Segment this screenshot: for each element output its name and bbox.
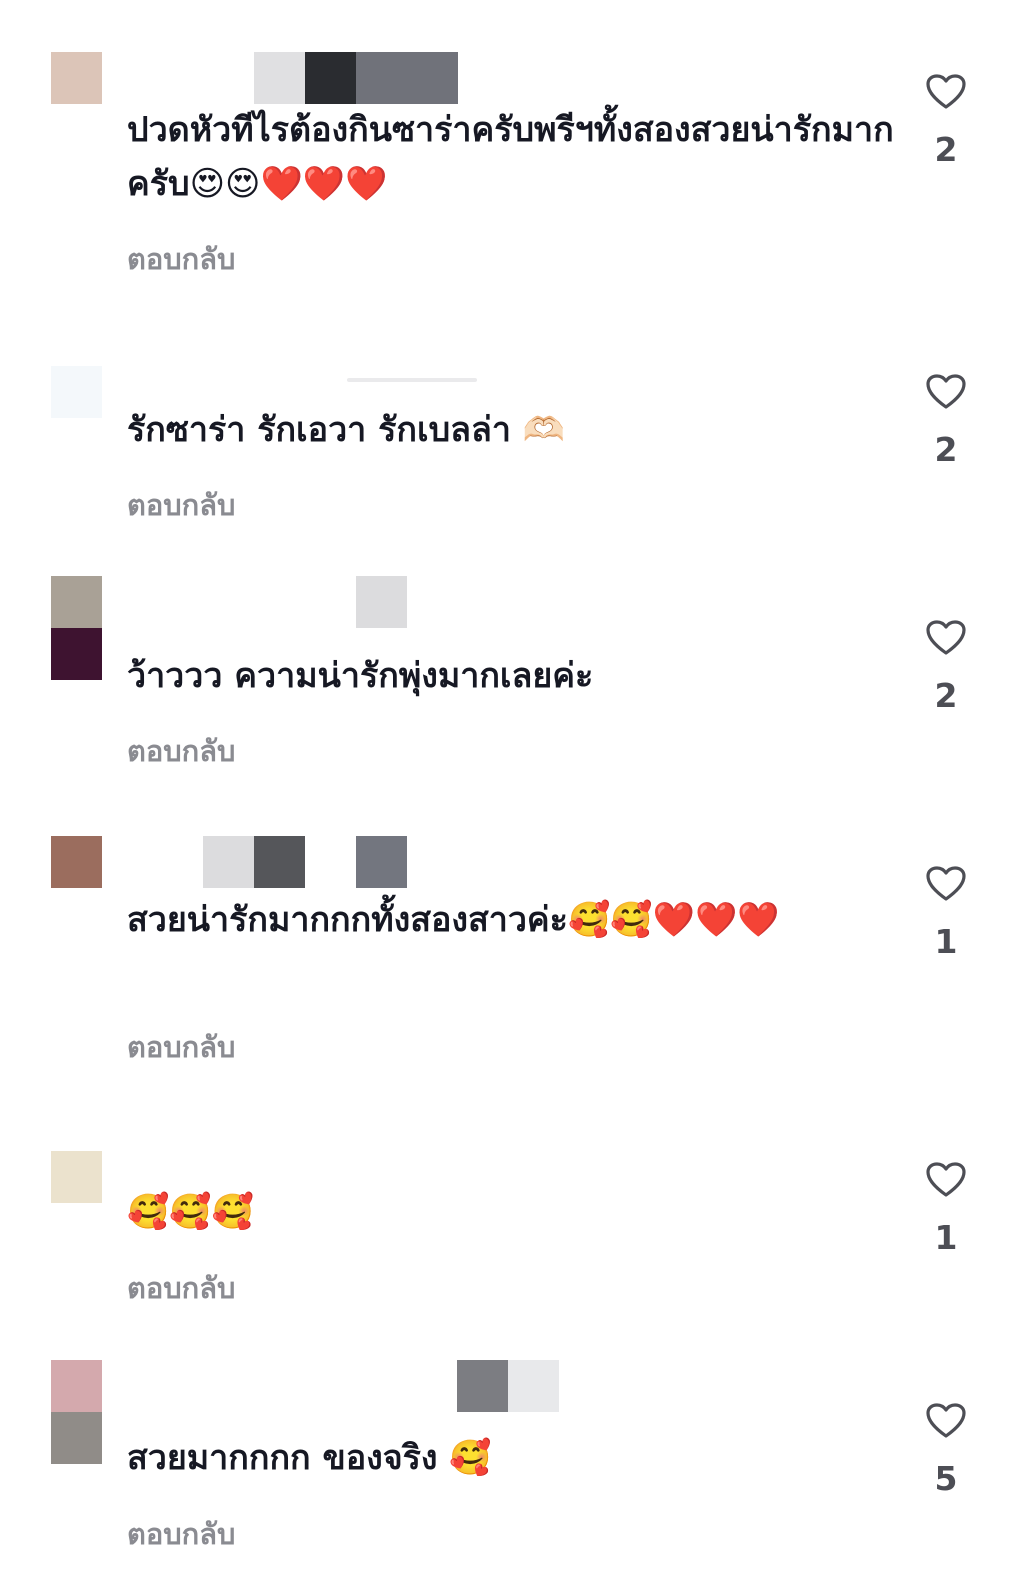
redaction-block bbox=[457, 1360, 508, 1412]
comment-text: สวยมากกกก ของจริง 🥰 bbox=[127, 1438, 492, 1478]
avatar-image bbox=[51, 836, 102, 888]
like-button[interactable]: 2 bbox=[918, 620, 974, 715]
comment-text: สวยน่ารักมากกกทั้งสองสาวค่ะ🥰🥰❤️❤️❤️ bbox=[127, 900, 780, 940]
reply-button[interactable]: ตอบกลับ bbox=[127, 236, 235, 282]
heart-outline-icon bbox=[926, 1162, 966, 1197]
like-count: 1 bbox=[934, 1218, 958, 1257]
reply-button[interactable]: ตอบกลับ bbox=[127, 1265, 235, 1311]
avatar-image bbox=[51, 628, 102, 680]
avatar-image bbox=[51, 366, 102, 418]
username-redacted[interactable] bbox=[127, 836, 467, 888]
comment-text: ว้าววว ความน่ารักพุ่งมากเลยค่ะ bbox=[127, 656, 594, 696]
avatar[interactable] bbox=[51, 366, 102, 418]
avatar[interactable] bbox=[51, 836, 102, 888]
like-button[interactable]: 2 bbox=[918, 74, 974, 169]
like-count: 2 bbox=[934, 676, 958, 715]
comment-text: ปวดหัวทีไรต้องกินซาร่าครับพรีฯทั้งสองสวย… bbox=[127, 110, 894, 204]
comment-text: รักซาร่า รักเอวา รักเบลล่า 🫶🏻 bbox=[127, 410, 566, 450]
avatar[interactable] bbox=[51, 52, 102, 104]
like-count: 1 bbox=[934, 922, 958, 961]
like-count: 2 bbox=[934, 130, 958, 169]
redaction-block bbox=[254, 836, 305, 888]
like-button[interactable]: 2 bbox=[918, 374, 974, 469]
username-redacted[interactable] bbox=[127, 1360, 567, 1412]
avatar-image bbox=[51, 1360, 102, 1412]
username-redacted[interactable] bbox=[127, 52, 467, 104]
avatar[interactable] bbox=[51, 1360, 102, 1464]
avatar-image bbox=[51, 1151, 102, 1203]
redaction-block bbox=[356, 52, 458, 104]
heart-outline-icon bbox=[926, 74, 966, 109]
redaction-block bbox=[305, 52, 356, 104]
avatar-image bbox=[51, 576, 102, 628]
heart-outline-icon bbox=[926, 620, 966, 655]
redaction-trace bbox=[347, 378, 477, 382]
username-redacted[interactable] bbox=[127, 576, 467, 628]
reply-button[interactable]: ตอบกลับ bbox=[127, 728, 235, 774]
reply-button[interactable]: ตอบกลับ bbox=[127, 482, 235, 528]
like-button[interactable]: 1 bbox=[918, 866, 974, 961]
heart-outline-icon bbox=[926, 374, 966, 409]
avatar[interactable] bbox=[51, 576, 102, 680]
redaction-block bbox=[508, 1360, 559, 1412]
like-count: 2 bbox=[934, 430, 958, 469]
like-button[interactable]: 5 bbox=[918, 1403, 974, 1498]
reply-button[interactable]: ตอบกลับ bbox=[127, 1024, 235, 1070]
avatar[interactable] bbox=[51, 1151, 102, 1203]
heart-outline-icon bbox=[926, 1403, 966, 1438]
redaction-block bbox=[356, 576, 407, 628]
reply-button[interactable]: ตอบกลับ bbox=[127, 1511, 235, 1557]
avatar-image bbox=[51, 52, 102, 104]
comment-text: 🥰🥰🥰 bbox=[127, 1192, 255, 1232]
heart-outline-icon bbox=[926, 866, 966, 901]
avatar-image bbox=[51, 1412, 102, 1464]
redaction-block bbox=[356, 836, 407, 888]
redaction-block bbox=[203, 836, 254, 888]
like-count: 5 bbox=[934, 1459, 958, 1498]
like-button[interactable]: 1 bbox=[918, 1162, 974, 1257]
redaction-block bbox=[254, 52, 305, 104]
